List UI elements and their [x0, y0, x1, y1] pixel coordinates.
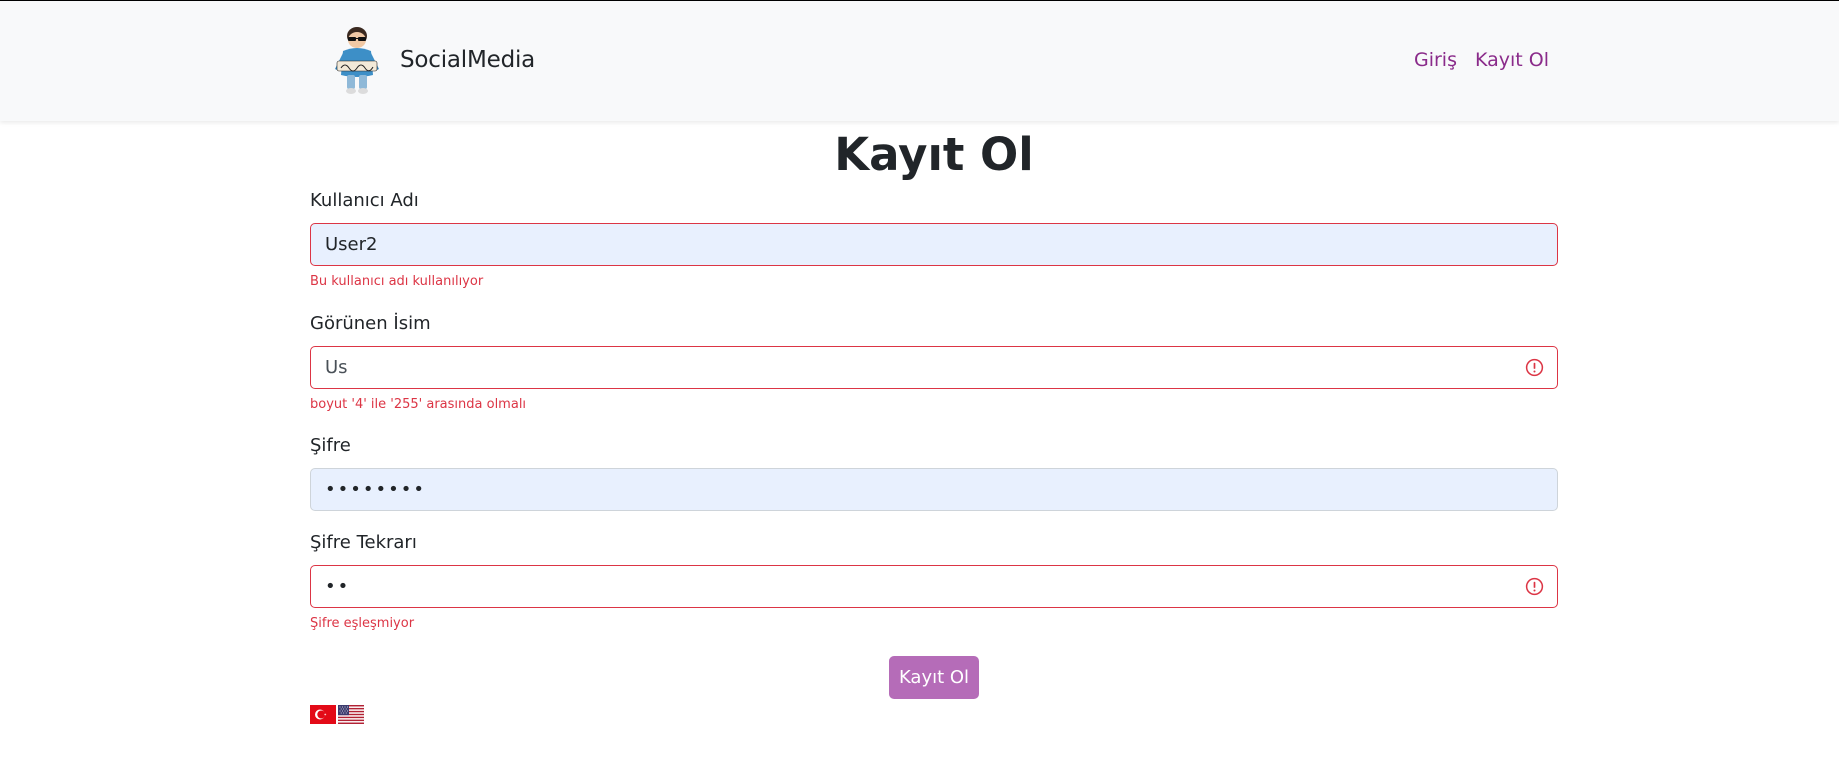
- display-name-field-group: Görünen İsim Us boyut '4' ile '255' aras…: [310, 313, 1558, 412]
- exclamation-circle-icon: [1525, 577, 1544, 596]
- display-name-error: boyut '4' ile '255' arasında olmalı: [310, 397, 527, 412]
- display-name-value: Us: [325, 357, 348, 378]
- username-input[interactable]: User2: [310, 223, 1558, 266]
- language-selector: [310, 705, 364, 724]
- password-input-wrapper: ••••••••: [310, 468, 1558, 511]
- brand-name: SocialMedia: [400, 47, 536, 73]
- username-error: Bu kullanıcı adı kullanılıyor: [310, 274, 484, 289]
- turkey-flag-icon[interactable]: [310, 705, 336, 724]
- top-nav: Giriş Kayıt Ol: [1414, 49, 1549, 71]
- navbar: SocialMedia Giriş Kayıt Ol: [0, 1, 1839, 121]
- password-label: Şifre: [310, 435, 351, 456]
- username-field-group: Kullanıcı Adı User2 Bu kullanıcı adı kul…: [310, 190, 1558, 289]
- password-value: ••••••••: [325, 479, 426, 500]
- usa-flag-icon[interactable]: [338, 705, 364, 724]
- password-input[interactable]: ••••••••: [310, 468, 1558, 511]
- username-input-wrapper: User2: [310, 223, 1558, 266]
- password-field-group: Şifre ••••••••: [310, 435, 1558, 511]
- password-repeat-value: ••: [325, 576, 351, 597]
- brand-link[interactable]: SocialMedia: [329, 25, 535, 95]
- page-title: Kayıt Ol: [834, 128, 1034, 181]
- username-label: Kullanıcı Adı: [310, 190, 419, 211]
- display-name-input-wrapper: Us: [310, 346, 1558, 389]
- brand-logo: [335, 27, 379, 94]
- nav-login-link[interactable]: Giriş: [1414, 49, 1457, 71]
- display-name-input[interactable]: Us: [310, 346, 1558, 389]
- password-repeat-error: Şifre eşleşmiyor: [310, 616, 415, 631]
- password-repeat-input-wrapper: ••: [310, 565, 1558, 608]
- password-repeat-label: Şifre Tekrarı: [310, 532, 417, 553]
- display-name-label: Görünen İsim: [310, 313, 431, 334]
- password-repeat-field-group: Şifre Tekrarı •• Şifre eşleşmiyor: [310, 532, 1558, 631]
- exclamation-circle-icon: [1525, 358, 1544, 377]
- password-repeat-input[interactable]: ••: [310, 565, 1558, 608]
- username-value: User2: [325, 234, 378, 255]
- nav-register-link[interactable]: Kayıt Ol: [1475, 49, 1549, 71]
- register-submit-button[interactable]: Kayıt Ol: [889, 656, 979, 699]
